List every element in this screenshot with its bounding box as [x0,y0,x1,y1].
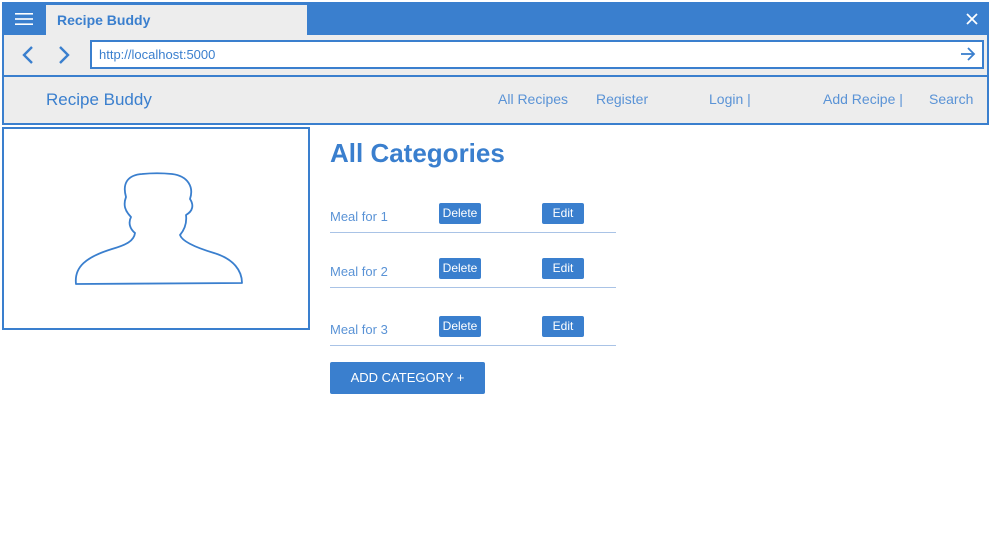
chevron-right-icon [59,46,70,64]
category-row: Meal for 2 Delete Edit [330,258,616,288]
site-navbar: Recipe Buddy All Recipes Register Login … [2,75,989,125]
url-input[interactable]: http://localhost:5000 [90,40,984,69]
delete-button[interactable]: Delete [439,203,481,224]
delete-button[interactable]: Delete [439,258,481,279]
arrow-right-icon [961,47,976,61]
browser-tab[interactable]: Recipe Buddy [46,5,307,35]
chevron-left-icon [22,46,33,64]
category-row: Meal for 3 Delete Edit [330,316,616,346]
category-row: Meal for 1 Delete Edit [330,203,616,233]
nav-all-recipes[interactable]: All Recipes [498,77,568,121]
edit-button[interactable]: Edit [542,316,584,337]
category-name: Meal for 3 [330,322,388,337]
url-text: http://localhost:5000 [99,47,216,62]
nav-login[interactable]: Login | [709,77,751,121]
add-category-button[interactable]: ADD CATEGORY + [330,362,485,394]
back-button[interactable] [16,43,40,67]
user-silhouette-icon [75,172,243,285]
window-titlebar: Recipe Buddy [2,2,989,35]
menu-button[interactable] [2,2,46,35]
page-title: All Categories [330,138,505,168]
edit-button[interactable]: Edit [542,203,584,224]
nav-add-recipe[interactable]: Add Recipe | [823,77,903,121]
address-bar: http://localhost:5000 [2,35,989,75]
go-button[interactable] [958,44,978,64]
brand-link[interactable]: Recipe Buddy [46,77,152,123]
delete-button[interactable]: Delete [439,316,481,337]
image-placeholder [2,127,310,330]
edit-button[interactable]: Edit [542,258,584,279]
category-name: Meal for 1 [330,209,388,224]
nav-search[interactable]: Search [929,77,973,121]
forward-button[interactable] [52,43,76,67]
nav-register[interactable]: Register [596,77,648,121]
category-name: Meal for 2 [330,264,388,279]
hamburger-icon [15,12,33,25]
close-icon [966,12,978,25]
close-button[interactable] [961,2,983,35]
